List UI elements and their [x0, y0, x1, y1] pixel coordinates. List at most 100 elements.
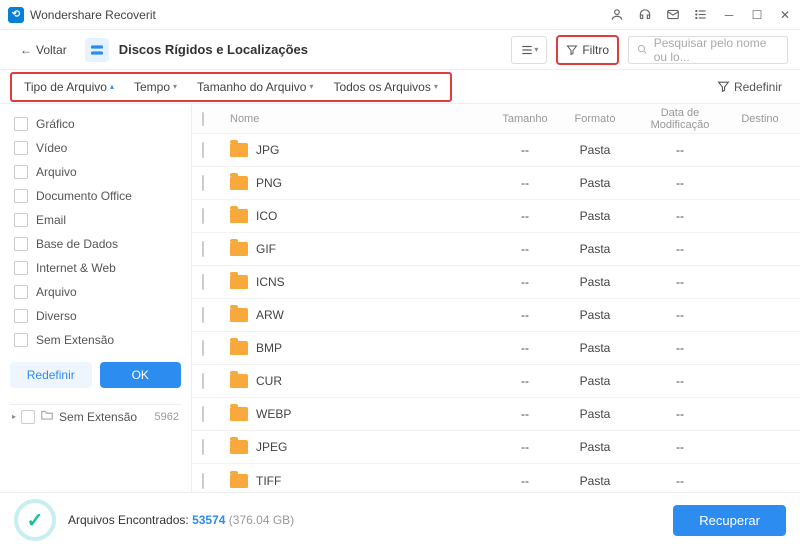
col-date[interactable]: Data de Modificação	[630, 107, 730, 131]
file-date: --	[630, 407, 730, 421]
row-checkbox[interactable]	[202, 340, 204, 356]
sidebar-reset-button[interactable]: Redefinir	[10, 362, 92, 388]
category-item[interactable]: Diverso	[10, 304, 181, 328]
back-button[interactable]: ← Voltar	[12, 39, 75, 61]
file-date: --	[630, 143, 730, 157]
row-checkbox[interactable]	[202, 208, 204, 224]
file-format: Pasta	[560, 474, 630, 488]
app-icon: ⟲	[8, 7, 24, 23]
filter-button[interactable]: Filtro	[557, 36, 618, 64]
filter-chip[interactable]: Todos os Arquivos▾	[323, 76, 447, 98]
category-checkbox[interactable]	[14, 117, 28, 131]
funnel-reset-icon	[717, 80, 730, 93]
filter-chip-group: Tipo de Arquivo▴Tempo▾Tamanho do Arquivo…	[10, 72, 452, 102]
search-input[interactable]: Pesquisar pelo nome ou lo...	[628, 36, 788, 64]
row-checkbox[interactable]	[202, 373, 204, 389]
table-row[interactable]: WEBP--Pasta--	[192, 398, 800, 431]
table-row[interactable]: BMP--Pasta--	[192, 332, 800, 365]
select-all-checkbox[interactable]	[202, 112, 204, 126]
tree-checkbox[interactable]	[21, 410, 35, 424]
sidebar-ok-button[interactable]: OK	[100, 362, 182, 388]
row-checkbox[interactable]	[202, 142, 204, 158]
file-format: Pasta	[560, 374, 630, 388]
col-size[interactable]: Tamanho	[490, 113, 560, 125]
account-icon[interactable]	[610, 8, 624, 22]
file-name: GIF	[256, 242, 276, 256]
filter-chip-label: Tamanho do Arquivo	[197, 80, 306, 94]
category-label: Vídeo	[36, 141, 67, 155]
table-row[interactable]: CUR--Pasta--	[192, 365, 800, 398]
table-row[interactable]: ICO--Pasta--	[192, 200, 800, 233]
file-format: Pasta	[560, 275, 630, 289]
category-item[interactable]: Gráfico	[10, 112, 181, 136]
folder-icon	[230, 242, 248, 256]
category-checkbox[interactable]	[14, 189, 28, 203]
category-item[interactable]: Email	[10, 208, 181, 232]
file-date: --	[630, 440, 730, 454]
category-checkbox[interactable]	[14, 285, 28, 299]
recover-button[interactable]: Recuperar	[673, 505, 786, 536]
row-checkbox[interactable]	[202, 439, 204, 455]
row-checkbox[interactable]	[202, 473, 204, 489]
file-name: ICNS	[256, 275, 285, 289]
row-checkbox[interactable]	[202, 175, 204, 191]
table-row[interactable]: JPEG--Pasta--	[192, 431, 800, 464]
file-size: --	[490, 275, 560, 289]
table-header: Nome Tamanho Formato Data de Modificação…	[192, 104, 800, 134]
category-item[interactable]: Documento Office	[10, 184, 181, 208]
support-icon[interactable]	[638, 8, 652, 22]
mail-icon[interactable]	[666, 8, 680, 22]
table-row[interactable]: PNG--Pasta--	[192, 167, 800, 200]
category-item[interactable]: Sem Extensão	[10, 328, 181, 352]
view-mode-button[interactable]: ▾	[511, 36, 547, 64]
found-label: Arquivos Encontrados:	[68, 513, 189, 527]
row-checkbox[interactable]	[202, 406, 204, 422]
table-row[interactable]: ARW--Pasta--	[192, 299, 800, 332]
category-label: Arquivo	[36, 285, 77, 299]
category-item[interactable]: Base de Dados	[10, 232, 181, 256]
category-checkbox[interactable]	[14, 213, 28, 227]
filter-chip[interactable]: Tamanho do Arquivo▾	[187, 76, 323, 98]
tree-count: 5962	[155, 411, 179, 423]
app-title: Wondershare Recoverit	[30, 8, 156, 22]
category-item[interactable]: Arquivo	[10, 280, 181, 304]
col-format[interactable]: Formato	[560, 113, 630, 125]
category-checkbox[interactable]	[14, 237, 28, 251]
tree-expand-icon[interactable]: ▸	[12, 412, 16, 421]
chevron-down-icon: ▾	[173, 82, 177, 91]
reset-filters-button[interactable]: Redefinir	[709, 76, 790, 98]
tree-label: Sem Extensão	[59, 410, 137, 424]
table-row[interactable]: GIF--Pasta--	[192, 233, 800, 266]
category-checkbox[interactable]	[14, 141, 28, 155]
col-dest[interactable]: Destino	[730, 113, 790, 125]
filter-chip[interactable]: Tipo de Arquivo▴	[14, 76, 124, 98]
file-format: Pasta	[560, 242, 630, 256]
minimize-button[interactable]: ─	[722, 8, 736, 22]
category-item[interactable]: Vídeo	[10, 136, 181, 160]
tree-item-sem-extensao[interactable]: ▸ Sem Extensão 5962	[10, 404, 181, 428]
file-format: Pasta	[560, 407, 630, 421]
file-date: --	[630, 374, 730, 388]
row-checkbox[interactable]	[202, 274, 204, 290]
category-checkbox[interactable]	[14, 165, 28, 179]
filter-label: Filtro	[582, 43, 609, 57]
col-name[interactable]: Nome	[224, 113, 490, 125]
category-item[interactable]: Arquivo	[10, 160, 181, 184]
table-row[interactable]: JPG--Pasta--	[192, 134, 800, 167]
filter-chip-label: Todos os Arquivos	[333, 80, 430, 94]
table-row[interactable]: ICNS--Pasta--	[192, 266, 800, 299]
file-size: --	[490, 440, 560, 454]
category-checkbox[interactable]	[14, 261, 28, 275]
list-icon[interactable]	[694, 8, 708, 22]
category-item[interactable]: Internet & Web	[10, 256, 181, 280]
row-checkbox[interactable]	[202, 241, 204, 257]
maximize-button[interactable]: ☐	[750, 8, 764, 22]
category-checkbox[interactable]	[14, 309, 28, 323]
folder-icon	[230, 209, 248, 223]
filter-chip[interactable]: Tempo▾	[124, 76, 187, 98]
file-name: JPG	[256, 143, 279, 157]
close-button[interactable]: ✕	[778, 8, 792, 22]
category-checkbox[interactable]	[14, 333, 28, 347]
table-row[interactable]: TIFF--Pasta--	[192, 464, 800, 492]
row-checkbox[interactable]	[202, 307, 204, 323]
